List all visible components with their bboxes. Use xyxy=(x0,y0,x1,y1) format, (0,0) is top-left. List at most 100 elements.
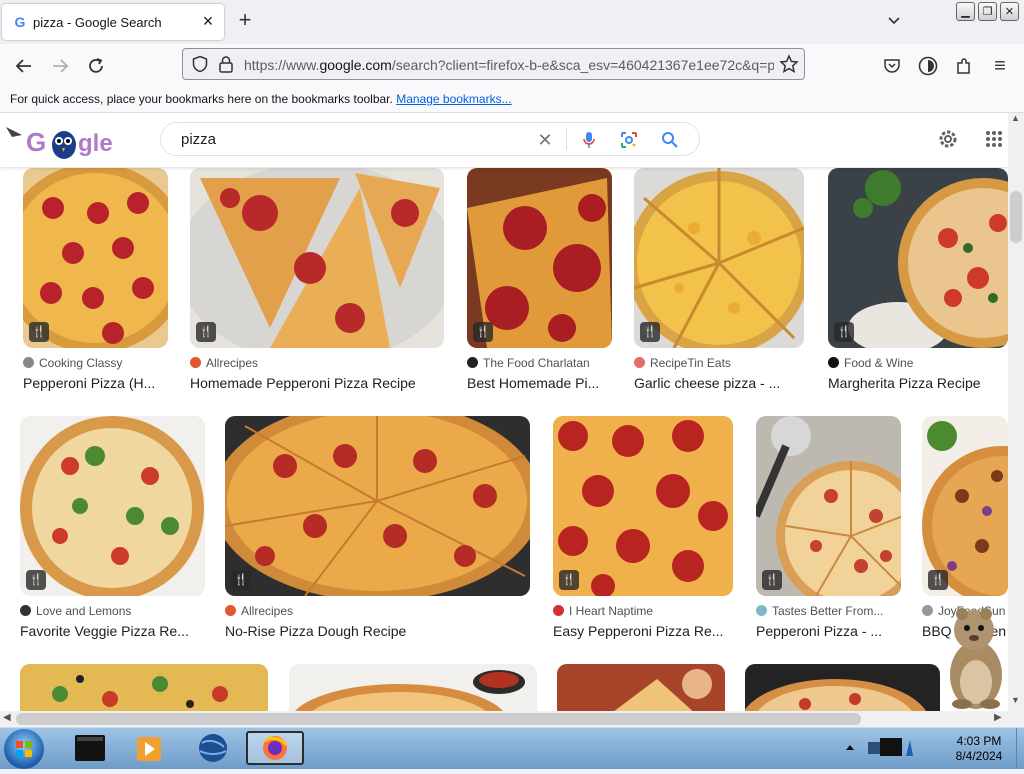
google-images-page: G gle pizza ✕ 🍴 Cooking Classy Pepperoni… xyxy=(0,113,1008,711)
manage-bookmarks-link[interactable]: Manage bookmarks... xyxy=(396,92,511,106)
recipe-utensils-icon: 🍴 xyxy=(231,570,251,590)
bookmark-star-icon[interactable] xyxy=(779,54,799,79)
start-button[interactable] xyxy=(4,729,44,769)
horizontal-scrollbar[interactable]: ◀ ▶ xyxy=(0,711,1008,727)
google-doodle-logo[interactable]: G gle xyxy=(4,121,124,161)
result-title[interactable]: Homemade Pepperoni Pizza Recipe xyxy=(190,375,444,391)
pizza-thumbnail[interactable]: 🍴 xyxy=(225,416,530,596)
result-source[interactable]: Allrecipes xyxy=(225,604,530,618)
recipe-utensils-icon: 🍴 xyxy=(473,322,493,342)
result-source[interactable]: Allrecipes xyxy=(190,356,444,370)
pizza-thumbnail[interactable]: 🍴 xyxy=(553,416,733,596)
account-icon[interactable] xyxy=(914,52,942,80)
network-tray-icon[interactable] xyxy=(866,736,914,767)
tab-strip: G pizza - Google Search × + ▁ ❐ ✕ xyxy=(0,0,1024,44)
address-bar[interactable]: https://www.google.com/search?client=fir… xyxy=(182,48,805,80)
pizza-thumbnail[interactable]: 🍴 xyxy=(634,168,804,348)
result-title[interactable]: Favorite Veggie Pizza Re... xyxy=(20,623,205,639)
pocket-icon[interactable] xyxy=(878,52,906,80)
voice-search-mic-icon[interactable] xyxy=(577,128,601,152)
hamster-mascot-image xyxy=(940,600,1008,710)
vertical-scroll-thumb[interactable] xyxy=(1010,191,1022,243)
scroll-left-arrow-icon[interactable]: ◀ xyxy=(3,712,11,723)
result-title[interactable]: Best Homemade Pi... xyxy=(467,375,612,391)
lock-icon[interactable] xyxy=(218,55,234,78)
horizontal-scroll-thumb[interactable] xyxy=(16,713,861,725)
recipe-utensils-icon: 🍴 xyxy=(559,570,579,590)
globe-app-icon[interactable] xyxy=(188,731,238,765)
svg-text:G: G xyxy=(26,127,46,157)
pizza-thumbnail[interactable]: 🍴 xyxy=(756,416,901,596)
result-source[interactable]: RecipeTin Eats xyxy=(634,356,804,370)
show-desktop-button[interactable] xyxy=(1016,728,1024,769)
clock-time: 4:03 PM xyxy=(956,734,1002,748)
result-title[interactable]: Easy Pepperoni Pizza Re... xyxy=(553,623,733,639)
result-title[interactable]: Pepperoni Pizza (H... xyxy=(23,375,168,391)
google-favicon-icon: G xyxy=(14,14,26,30)
search-box[interactable]: pizza ✕ xyxy=(160,122,700,156)
forward-button[interactable] xyxy=(46,52,74,80)
list-all-tabs-button[interactable] xyxy=(882,10,906,34)
extensions-icon[interactable] xyxy=(950,52,978,80)
pizza-thumbnail[interactable]: 🍴 xyxy=(467,168,612,348)
pizza-thumbnail[interactable]: 🍴 xyxy=(23,168,168,348)
result-source[interactable]: Love and Lemons xyxy=(20,604,205,618)
result-title[interactable]: No-Rise Pizza Dough Recipe xyxy=(225,623,530,639)
show-hidden-icons-button[interactable] xyxy=(843,728,857,769)
recipe-utensils-icon: 🍴 xyxy=(762,570,782,590)
recipe-utensils-icon: 🍴 xyxy=(26,570,46,590)
pizza-thumbnail[interactable] xyxy=(557,664,725,711)
minimize-window-button[interactable]: ▁ xyxy=(956,2,975,21)
settings-gear-icon[interactable] xyxy=(937,128,959,155)
tracking-protection-shield-icon[interactable] xyxy=(191,55,209,78)
google-lens-icon[interactable] xyxy=(617,128,641,152)
clear-search-icon[interactable]: ✕ xyxy=(533,128,557,152)
result-source[interactable]: Food & Wine xyxy=(828,356,1008,370)
tab-google-search[interactable]: G pizza - Google Search × xyxy=(2,4,224,40)
pizza-thumbnail[interactable]: 🍴 xyxy=(828,168,1008,348)
system-clock[interactable]: 4:03 PM 8/4/2024 xyxy=(944,734,1014,764)
close-tab-icon[interactable]: × xyxy=(196,10,220,34)
result-title[interactable]: Garlic cheese pizza - ... xyxy=(634,375,804,391)
recipe-utensils-icon: 🍴 xyxy=(928,570,948,590)
url-text[interactable]: https://www.google.com/search?client=fir… xyxy=(244,57,774,73)
recipe-utensils-icon: 🍴 xyxy=(29,322,49,342)
recipe-utensils-icon: 🍴 xyxy=(196,322,216,342)
new-tab-button[interactable]: + xyxy=(232,8,258,34)
media-player-icon[interactable] xyxy=(124,731,174,765)
pizza-thumbnail[interactable]: 🍴 xyxy=(190,168,444,348)
result-title[interactable]: Pepperoni Pizza - ... xyxy=(756,623,901,639)
restore-window-button[interactable]: ❐ xyxy=(978,2,997,21)
google-apps-grid-icon[interactable] xyxy=(985,130,1003,153)
vertical-scrollbar[interactable]: ▲ ▼ xyxy=(1008,113,1024,711)
recipe-utensils-icon: 🍴 xyxy=(640,322,660,342)
pizza-thumbnail[interactable] xyxy=(289,664,537,711)
result-title[interactable]: Margherita Pizza Recipe xyxy=(828,375,1008,391)
back-button[interactable] xyxy=(10,52,38,80)
search-input[interactable]: pizza xyxy=(181,131,216,148)
result-source[interactable]: Cooking Classy xyxy=(23,356,168,370)
terminal-app-icon[interactable] xyxy=(66,731,116,765)
result-source[interactable]: Tastes Better From... xyxy=(756,604,901,618)
navigation-toolbar: https://www.google.com/search?client=fir… xyxy=(0,44,1024,86)
taskbar: 4:03 PM 8/4/2024 xyxy=(0,727,1024,769)
reload-button[interactable] xyxy=(82,52,110,80)
result-source[interactable]: The Food Charlatan xyxy=(467,356,612,370)
google-header: G gle pizza ✕ xyxy=(0,113,1008,167)
search-icon[interactable] xyxy=(658,128,682,152)
menu-hamburger-icon[interactable]: ≡ xyxy=(986,52,1014,80)
svg-text:gle: gle xyxy=(78,130,113,157)
scroll-up-arrow-icon[interactable]: ▲ xyxy=(1011,113,1020,123)
scroll-right-arrow-icon[interactable]: ▶ xyxy=(994,712,1002,723)
pizza-thumbnail[interactable] xyxy=(745,664,940,711)
divider xyxy=(566,128,567,150)
pizza-thumbnail[interactable]: 🍴 xyxy=(20,416,205,596)
recipe-utensils-icon: 🍴 xyxy=(834,322,854,342)
result-source[interactable]: I Heart Naptime xyxy=(553,604,733,618)
scroll-down-arrow-icon[interactable]: ▼ xyxy=(1011,695,1020,705)
close-window-button[interactable]: ✕ xyxy=(1000,2,1019,21)
tab-title: pizza - Google Search xyxy=(33,15,162,30)
pizza-thumbnail[interactable] xyxy=(20,664,268,711)
pizza-thumbnail[interactable]: 🍴 xyxy=(922,416,1008,596)
firefox-taskbar-icon[interactable] xyxy=(246,731,304,765)
